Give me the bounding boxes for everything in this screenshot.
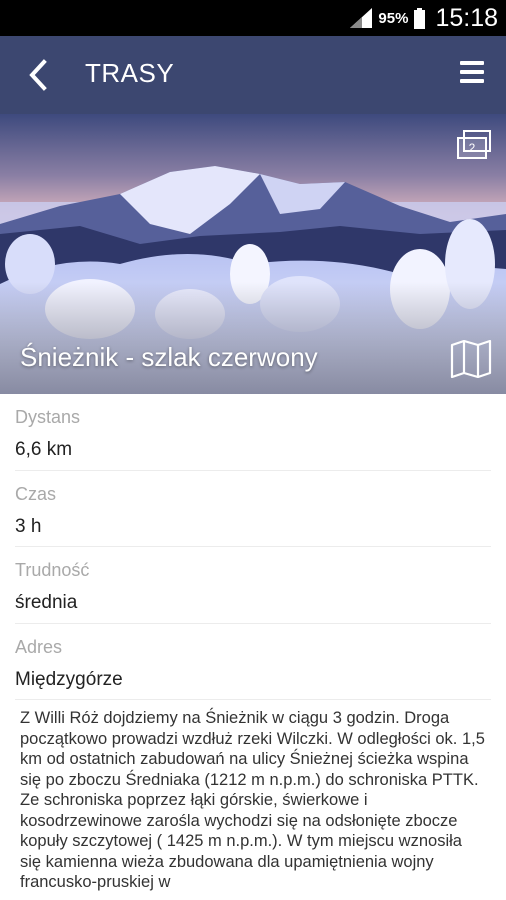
back-button[interactable] bbox=[22, 57, 58, 93]
address-label: Adres bbox=[15, 636, 63, 657]
time-label: Czas bbox=[15, 483, 57, 504]
route-details: Dystans 6,6 km Czas 3 h Trudność średnia… bbox=[0, 394, 506, 700]
photo-gallery-button[interactable]: 2 bbox=[456, 130, 492, 160]
distance-value: 6,6 km bbox=[15, 439, 73, 460]
photo-count: 2 bbox=[468, 141, 476, 155]
map-icon bbox=[450, 339, 492, 379]
battery-icon bbox=[414, 7, 426, 29]
difficulty-value: średnia bbox=[15, 592, 78, 613]
detail-row-time: Czas 3 h bbox=[15, 471, 491, 547]
signal-icon bbox=[350, 8, 373, 28]
menu-button[interactable] bbox=[460, 61, 484, 85]
route-photo[interactable]: 2 Śnieżnik - szlak czerwony bbox=[0, 114, 506, 394]
show-map-button[interactable] bbox=[450, 339, 492, 379]
detail-row-difficulty: Trudność średnia bbox=[15, 547, 491, 624]
detail-row-distance: Dystans 6,6 km bbox=[15, 394, 491, 471]
page-title: TRASY bbox=[85, 58, 175, 88]
detail-row-address: Adres Międzygórze bbox=[15, 624, 491, 700]
hamburger-menu-icon bbox=[460, 61, 484, 83]
battery-percent: 95% bbox=[378, 9, 409, 27]
clock: 15:18 bbox=[435, 3, 498, 32]
difficulty-label: Trudność bbox=[15, 560, 90, 580]
address-value: Międzygórze bbox=[15, 668, 123, 690]
route-name: Śnieżnik - szlak czerwony bbox=[20, 342, 318, 372]
app-bar: TRASY bbox=[0, 36, 506, 114]
distance-label: Dystans bbox=[15, 407, 81, 427]
route-description: Z Willi Róż dojdziemy na Śnieżnik w ciąg… bbox=[20, 709, 485, 891]
status-bar: 95% 15:18 bbox=[0, 0, 506, 36]
back-arrow-icon bbox=[29, 59, 47, 91]
time-value: 3 h bbox=[15, 515, 42, 537]
